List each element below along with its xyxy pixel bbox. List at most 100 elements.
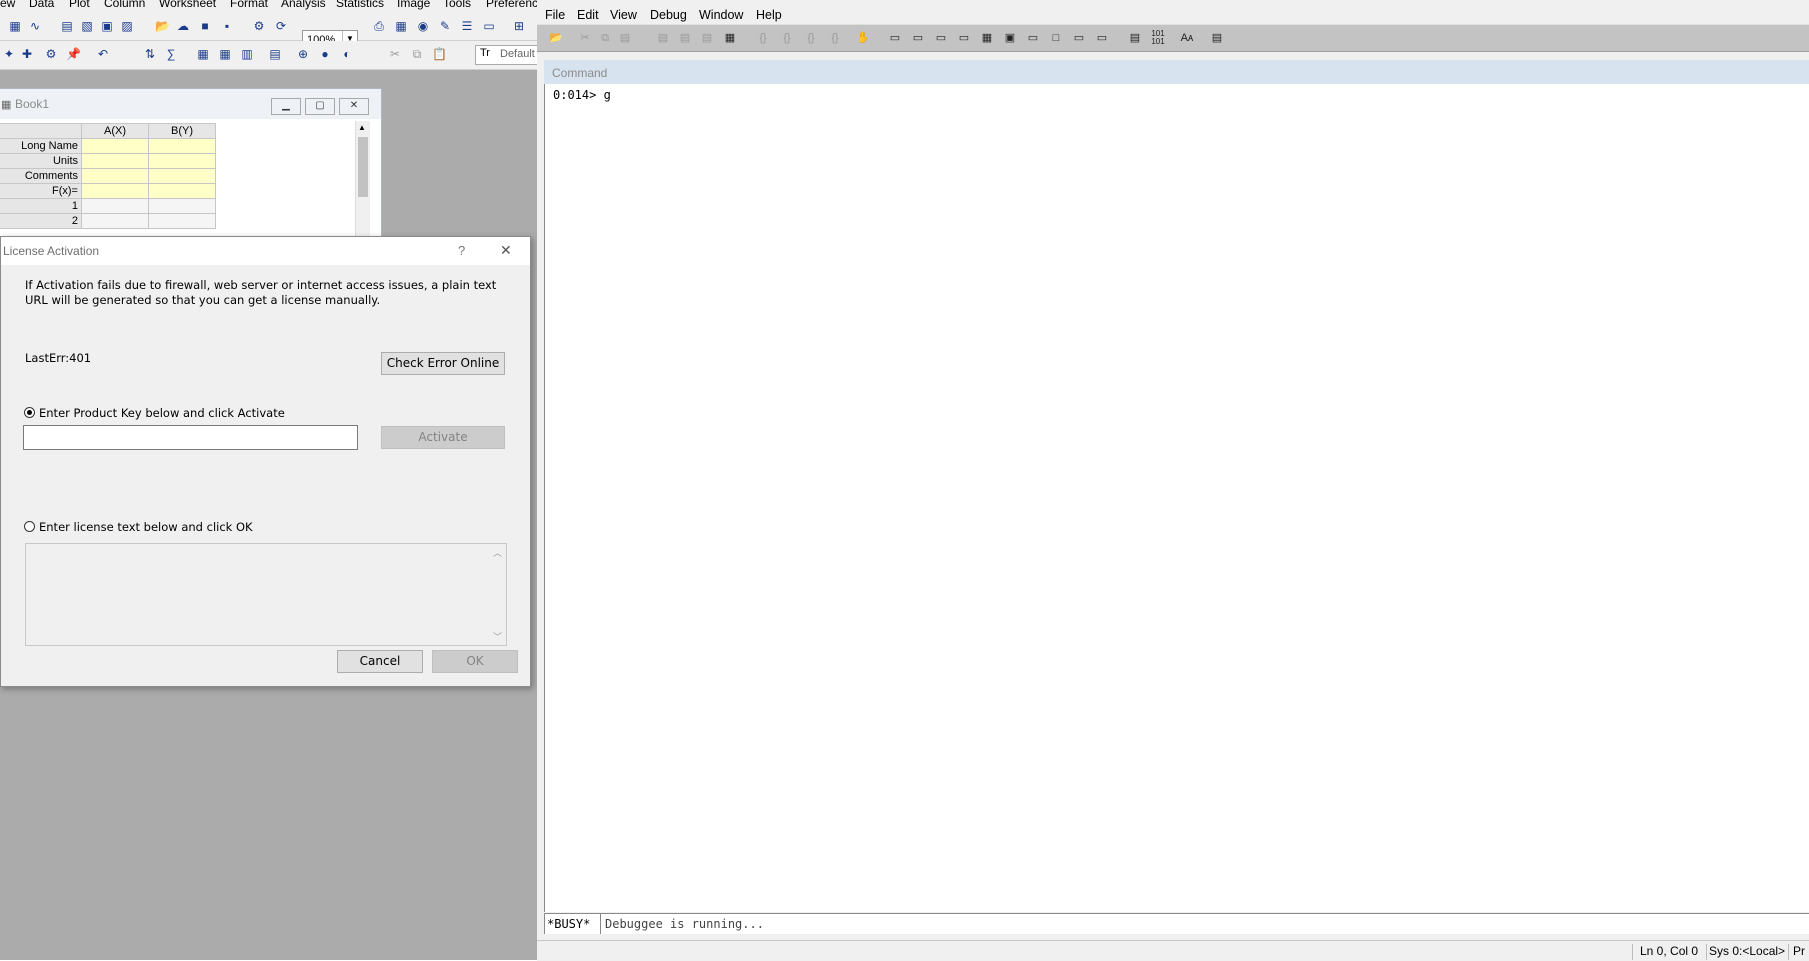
pin-icon[interactable]: 📌: [66, 47, 81, 61]
new-notes-icon[interactable]: ▨: [120, 19, 134, 33]
chevron-up-icon[interactable]: ▲: [358, 123, 366, 132]
results-log-icon[interactable]: ☰: [460, 19, 474, 33]
call-stack-icon[interactable]: ▣: [1002, 30, 1018, 46]
run-to-cursor-icon[interactable]: {}: [827, 30, 843, 46]
watch-window-icon[interactable]: ▭: [910, 30, 926, 46]
menu-preferences[interactable]: Preferences: [486, 0, 537, 10]
column-header-b[interactable]: B(Y): [148, 123, 216, 139]
scrollbar-thumb[interactable]: [358, 137, 368, 197]
hex-mode-icon[interactable]: 101 101: [1150, 30, 1166, 46]
cell[interactable]: [81, 153, 149, 169]
ok-button[interactable]: OK: [432, 650, 518, 673]
template-combo[interactable]: Tr Default: [475, 45, 537, 65]
project-explorer-icon[interactable]: ⊞: [512, 19, 526, 33]
menu-plot[interactable]: Plot: [69, 0, 90, 10]
locals-window-icon[interactable]: ▭: [933, 30, 949, 46]
new-matrix-icon[interactable]: ▤: [60, 19, 74, 33]
cell[interactable]: [81, 168, 149, 184]
import-icon[interactable]: ☁: [176, 19, 190, 33]
worksheet-options-icon[interactable]: ⚙: [44, 47, 58, 61]
radio-product-key[interactable]: [24, 407, 35, 418]
command-input[interactable]: Debuggee is running...: [605, 917, 764, 931]
registers-window-icon[interactable]: ▭: [956, 30, 972, 46]
chevron-down-icon[interactable]: ﹀: [493, 630, 502, 643]
menu-tools[interactable]: Tools: [443, 0, 471, 10]
cell[interactable]: [148, 213, 216, 229]
font-icon[interactable]: Aᴀ: [1179, 30, 1195, 46]
product-key-option-label[interactable]: Enter Product Key below and click Activa…: [39, 406, 285, 420]
options-icon[interactable]: ▤: [1209, 30, 1225, 46]
minimize-button[interactable]: ▁: [271, 98, 301, 115]
cell[interactable]: [148, 183, 216, 199]
menu-analysis[interactable]: Analysis: [281, 0, 326, 10]
check-error-online-button[interactable]: Check Error Online: [381, 352, 505, 375]
undo-icon[interactable]: ↶: [96, 47, 110, 61]
cell[interactable]: [81, 138, 149, 154]
dialog-titlebar[interactable]: License Activation ? ✕: [1, 237, 530, 265]
cut-icon[interactable]: ✂: [577, 30, 593, 46]
row-header-1[interactable]: 1: [0, 198, 82, 214]
row-header-fx[interactable]: F(x)=: [0, 183, 82, 199]
cell[interactable]: [148, 198, 216, 214]
license-text-area[interactable]: ︿ ﹀: [25, 543, 507, 646]
row-header-2[interactable]: 2: [0, 213, 82, 229]
cut-icon[interactable]: ✂: [388, 47, 402, 61]
scratch-pad-icon[interactable]: □: [1048, 30, 1064, 46]
cell[interactable]: [148, 138, 216, 154]
cell[interactable]: [81, 183, 149, 199]
menu-format[interactable]: Format: [230, 0, 268, 10]
copy-icon[interactable]: ⧉: [597, 30, 613, 46]
set-column-icon[interactable]: ✦: [2, 47, 16, 61]
menu-window[interactable]: Window: [699, 8, 743, 22]
code-builder-icon[interactable]: ✎: [438, 19, 452, 33]
menu-data[interactable]: Data: [29, 0, 54, 10]
command-window-icon[interactable]: ▭: [887, 30, 903, 46]
step-out-icon[interactable]: {}: [803, 30, 819, 46]
paste-icon[interactable]: ▤: [617, 30, 633, 46]
export-icon[interactable]: ▦: [394, 19, 408, 33]
license-text-option-label[interactable]: Enter license text below and click OK: [39, 520, 253, 534]
command-output[interactable]: 0:014> g: [544, 84, 1809, 912]
cell[interactable]: [81, 213, 149, 229]
menu-worksheet[interactable]: Worksheet: [159, 0, 216, 10]
vertical-scrollbar[interactable]: ▲: [355, 121, 370, 247]
new-workbook-icon[interactable]: ▦: [8, 19, 22, 33]
menu-column[interactable]: Column: [104, 0, 145, 10]
cancel-button[interactable]: Cancel: [337, 650, 423, 673]
menu-image[interactable]: Image: [397, 0, 430, 10]
go-icon[interactable]: ▤: [655, 30, 671, 46]
workbook-window[interactable]: ▦ Book1 ▁ ▢ ✕ A(X) B(Y) Long Name Units …: [0, 88, 382, 250]
activate-button[interactable]: Activate: [381, 426, 505, 449]
product-key-input[interactable]: [23, 425, 358, 450]
recalculate-icon[interactable]: ⚙: [252, 19, 266, 33]
memory-window-icon[interactable]: ▦: [979, 30, 995, 46]
row-header-comments[interactable]: Comments: [0, 168, 82, 184]
step-over-icon[interactable]: {}: [779, 30, 795, 46]
radio-license-text[interactable]: [24, 521, 35, 532]
matrix-icon[interactable]: ▥: [240, 47, 254, 61]
help-icon[interactable]: ?: [458, 243, 465, 258]
restart-icon[interactable]: ▤: [677, 30, 693, 46]
statistics-icon[interactable]: ∑: [164, 47, 178, 61]
layer-icon[interactable]: ◐: [340, 47, 354, 61]
maximize-button[interactable]: ▢: [305, 98, 335, 115]
mask-icon[interactable]: ▤: [268, 47, 282, 61]
close-icon[interactable]: ✕: [500, 242, 512, 259]
step-into-icon[interactable]: {}: [755, 30, 771, 46]
print-icon[interactable]: ⎙: [372, 19, 386, 33]
menu-view[interactable]: View: [610, 8, 637, 22]
save-template-icon[interactable]: ▪: [220, 19, 234, 33]
workbook-titlebar[interactable]: ▦ Book1 ▁ ▢ ✕: [0, 89, 381, 119]
column-header-a[interactable]: A(X): [81, 123, 149, 139]
chevron-up-icon[interactable]: ︿: [493, 546, 502, 559]
processes-threads-icon[interactable]: ▭: [1071, 30, 1087, 46]
menu-file[interactable]: File: [545, 8, 565, 22]
cell[interactable]: [148, 153, 216, 169]
open-icon[interactable]: 📂: [548, 30, 564, 46]
disassembly-icon[interactable]: ▭: [1025, 30, 1041, 46]
row-header-units[interactable]: Units: [0, 153, 82, 169]
command-browser-icon[interactable]: ▭: [1094, 30, 1110, 46]
source-mode-icon[interactable]: ▤: [1127, 30, 1143, 46]
cell[interactable]: [81, 198, 149, 214]
row-header-long-name[interactable]: Long Name: [0, 138, 82, 154]
